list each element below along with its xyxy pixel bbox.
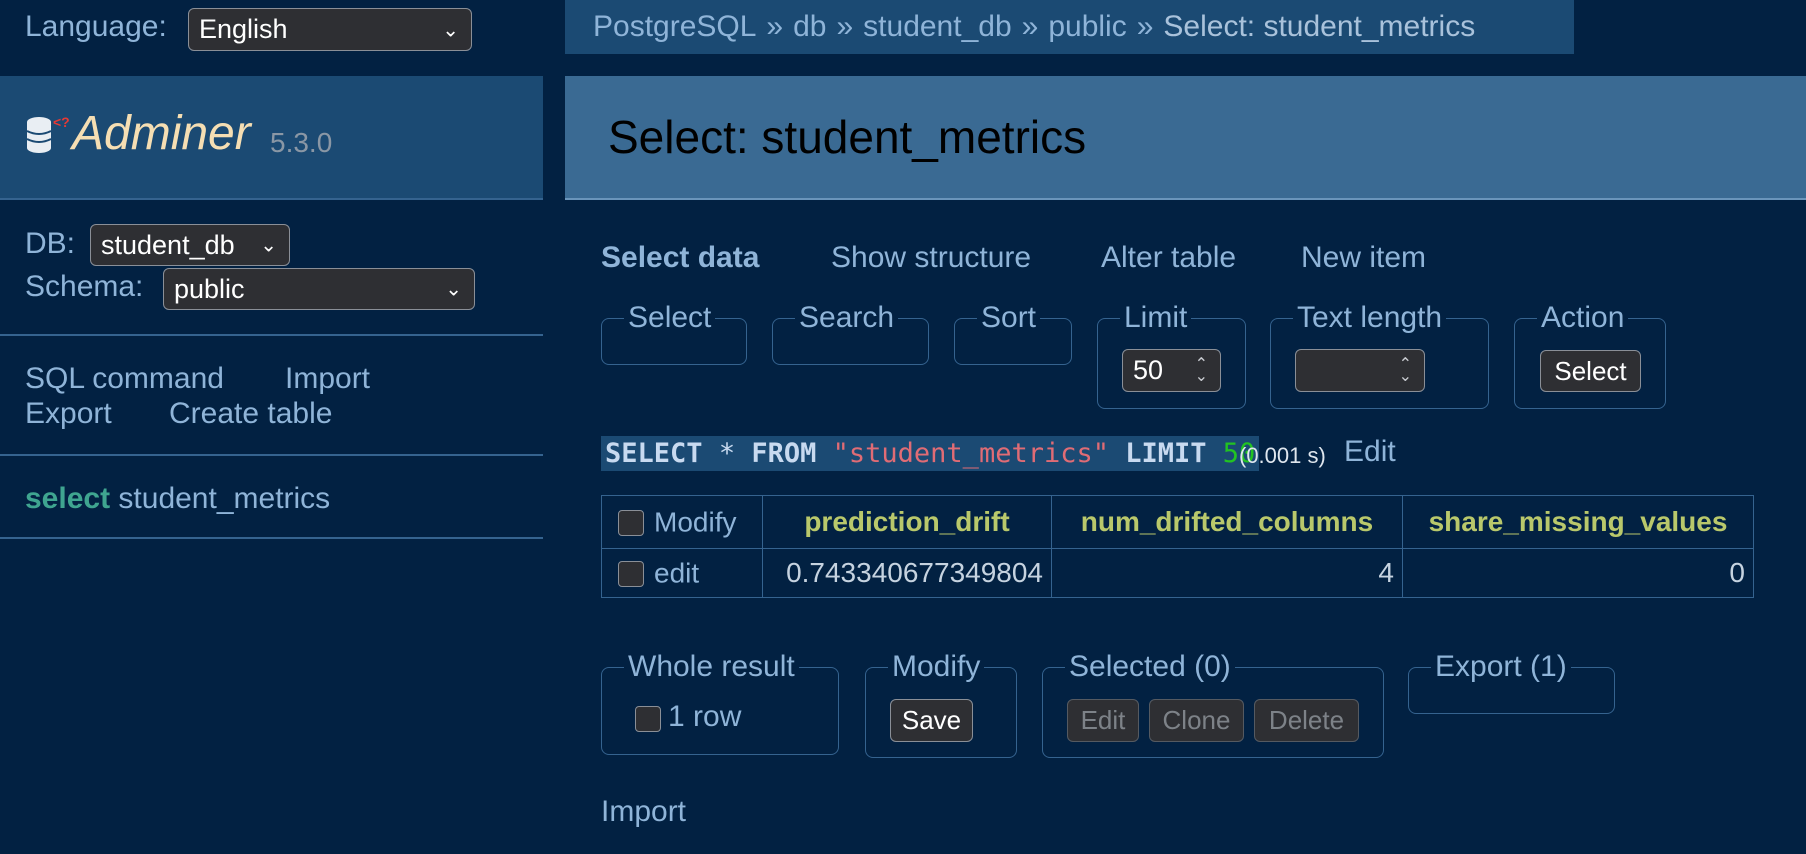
sql-space [1109,438,1125,469]
database-logo-icon: <? [26,114,70,153]
breadcrumb-student-db[interactable]: student_db [863,10,1011,44]
text-length-legend: Text length [1297,301,1443,334]
whole-result-label[interactable]: 1 row [668,700,741,734]
sql-query: SELECT * FROM "student_metrics" LIMIT 50 [601,436,1260,471]
sql-space [703,438,719,469]
sql-space [735,438,751,469]
sql-keyword: LIMIT [1125,438,1207,469]
results-table: Modify prediction_drift num_drifted_colu… [601,495,1754,598]
table-cell[interactable]: 0.743340677349804 [762,548,1052,598]
select-all-checkbox[interactable] [618,509,644,536]
app-name[interactable]: Adminer [72,106,251,161]
sidebar-divider [0,454,543,456]
sql-space [1207,438,1223,469]
create-table-link[interactable]: Create table [169,397,332,431]
limit-input[interactable]: 50 ⌃ ⌄ [1122,349,1221,392]
sql-space [816,438,832,469]
delete-selected-button[interactable]: Delete [1254,699,1359,742]
edit-query-link[interactable]: Edit [1344,435,1396,469]
modify-header: Modify [601,495,763,549]
breadcrumb-separator: » [1021,10,1039,43]
tab-new-item[interactable]: New item [1301,241,1426,275]
sql-star: * [718,438,736,469]
select-table-link[interactable]: select [25,482,110,515]
app-version: 5.3.0 [270,127,333,158]
db-label: DB: [25,227,76,260]
table-row: edit 0.743340677349804 4 0 [601,548,1754,598]
export-legend[interactable]: Export (1) [1431,652,1571,682]
import-link[interactable]: Import [285,362,370,396]
schema-label: Schema: [25,270,144,303]
language-label: Language: [25,10,167,43]
modify-legend: Modify [892,650,981,683]
clone-selected-button[interactable]: Clone [1149,699,1244,742]
table-list-item: select student_metrics [25,482,330,516]
search-legend[interactable]: Search [795,303,898,333]
export-link[interactable]: Export [25,397,112,431]
sql-string: "student_metrics" [832,438,1109,469]
breadcrumb-postgresql[interactable]: PostgreSQL [593,10,756,44]
action-legend: Action [1541,301,1625,334]
schema-value: public [174,273,245,304]
selected-legend: Selected (0) [1069,650,1231,683]
breadcrumb-public[interactable]: public [1048,10,1126,44]
breadcrumb-current: Select: student_metrics [1163,10,1476,43]
table-header-row: Modify prediction_drift num_drifted_colu… [601,495,1754,549]
modify-header-label[interactable]: Modify [654,507,736,538]
column-header[interactable]: prediction_drift [762,495,1052,549]
spinner-icon[interactable]: ⌃ ⌄ [1195,356,1208,384]
select-fieldset[interactable]: Select [601,303,747,365]
sidebar-divider [0,537,543,539]
breadcrumb: PostgreSQL » db » student_db » public » … [565,0,1574,54]
row-action-cell: edit [601,548,763,598]
limit-value: 50 [1133,355,1164,385]
language-value: English [199,14,288,44]
table-structure-link[interactable]: student_metrics [118,482,330,515]
whole-result-legend: Whole result [628,650,795,683]
schema-select[interactable]: public ⌄ [163,268,475,310]
search-fieldset[interactable]: Search [772,303,929,365]
edit-row-link[interactable]: edit [654,558,699,589]
spinner-icon[interactable]: ⌃ ⌄ [1399,356,1412,384]
db-select[interactable]: student_db ⌄ [90,224,290,266]
row-checkbox[interactable] [618,560,644,587]
db-value: student_db [101,229,235,260]
table-cell[interactable]: 0 [1402,548,1754,598]
column-header[interactable]: num_drifted_columns [1051,495,1403,549]
tab-show-structure[interactable]: Show structure [831,241,1031,275]
table-cell[interactable]: 4 [1051,548,1403,598]
whole-result-checkbox[interactable] [635,706,661,732]
sidebar-divider [0,334,543,336]
query-time: (0.001 s) [1239,443,1326,468]
chevron-down-icon: ⌄ [445,278,462,301]
sql-keyword: FROM [751,438,817,469]
sql-command-link[interactable]: SQL command [25,362,224,396]
breadcrumb-separator: » [766,10,784,43]
column-header[interactable]: share_missing_values [1402,495,1754,549]
select-legend[interactable]: Select [624,303,715,333]
select-button[interactable]: Select [1540,350,1641,392]
export-fieldset[interactable]: Export (1) [1408,652,1615,714]
limit-legend: Limit [1124,301,1188,334]
edit-selected-button[interactable]: Edit [1067,699,1139,742]
tab-select-data[interactable]: Select data [601,241,759,275]
save-button[interactable]: Save [890,699,973,742]
sort-legend[interactable]: Sort [977,303,1040,333]
language-select[interactable]: English ⌄ [188,8,472,51]
breadcrumb-separator: » [1136,10,1154,43]
sidebar-divider [0,198,543,200]
page-header-divider [565,198,1806,200]
svg-text:<?: <? [53,114,70,130]
tab-alter-table[interactable]: Alter table [1101,241,1236,275]
breadcrumb-separator: » [836,10,854,43]
chevron-down-icon: ⌄ [260,234,277,257]
import-data-link[interactable]: Import [601,795,686,829]
sort-fieldset[interactable]: Sort [954,303,1072,365]
chevron-down-icon: ⌄ [442,19,459,41]
text-length-input[interactable]: ⌃ ⌄ [1295,349,1425,392]
sql-keyword: SELECT [605,438,703,469]
breadcrumb-db[interactable]: db [793,10,826,44]
page-title: Select: student_metrics [608,111,1087,163]
